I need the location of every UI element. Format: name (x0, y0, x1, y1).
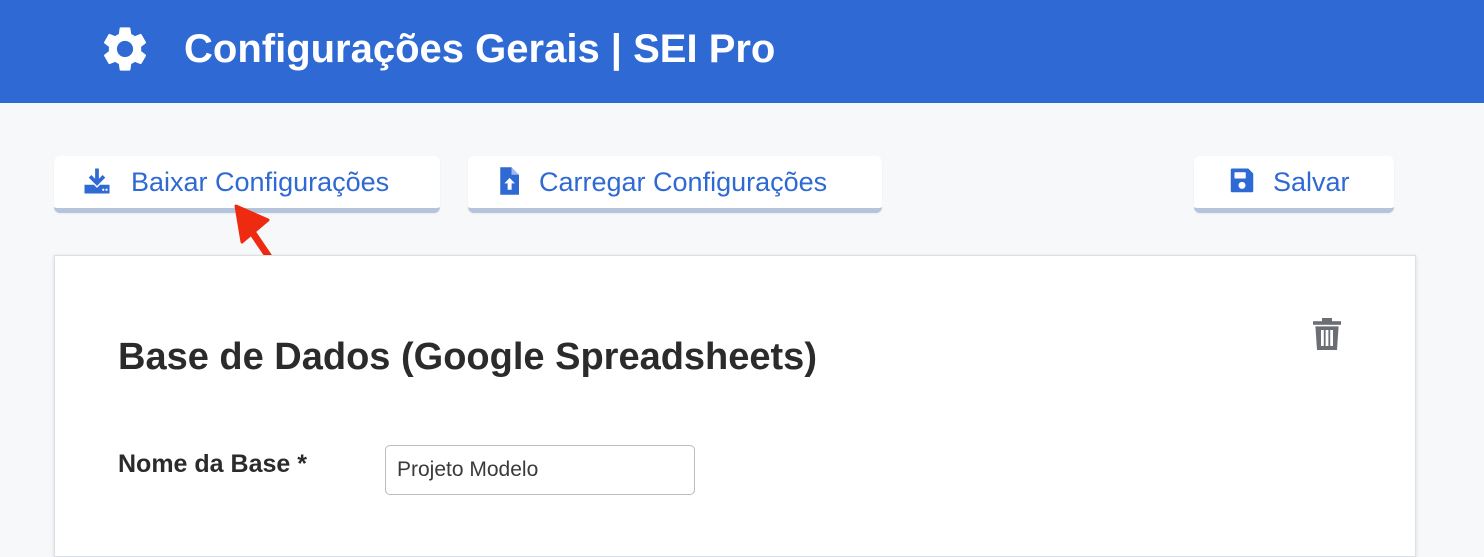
save-label: Salvar (1273, 167, 1350, 197)
trash-icon[interactable] (1313, 318, 1341, 350)
download-icon (84, 168, 110, 194)
floppy-disk-icon (1230, 168, 1254, 193)
file-upload-icon (500, 167, 519, 195)
page-header: Configurações Gerais | SEI Pro (0, 0, 1484, 103)
page-title: Configurações Gerais | SEI Pro (184, 27, 776, 71)
base-name-label: Nome da Base * (118, 450, 307, 478)
card-title: Base de Dados (Google Spreadsheets) (118, 336, 817, 378)
save-button[interactable]: Salvar (1194, 156, 1394, 213)
gear-icon (104, 27, 147, 71)
base-name-input[interactable] (385, 445, 695, 495)
upload-settings-button[interactable]: Carregar Configurações (468, 156, 882, 213)
database-card: Base de Dados (Google Spreadsheets) Nome… (54, 255, 1416, 557)
upload-settings-label: Carregar Configurações (539, 167, 828, 197)
